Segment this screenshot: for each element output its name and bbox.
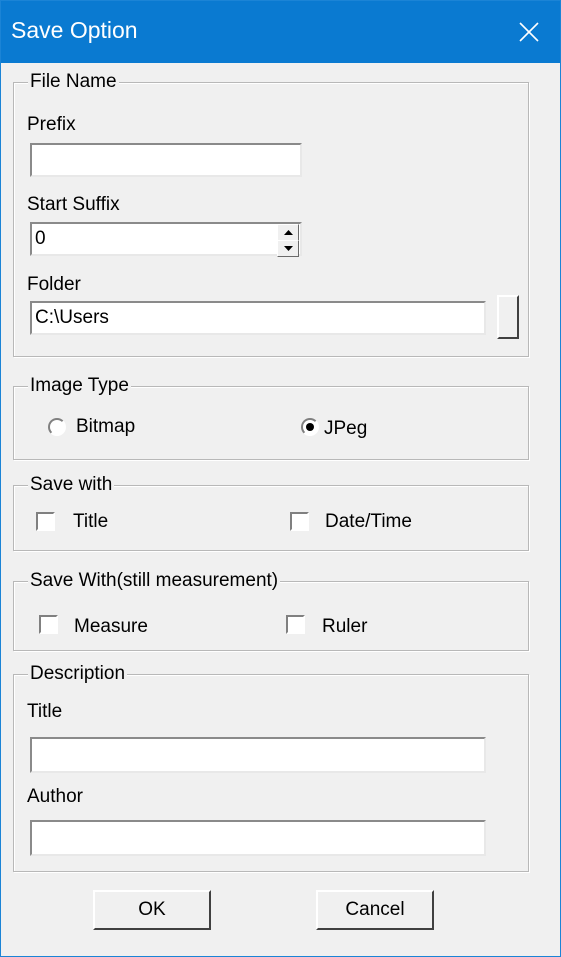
folder-label: Folder — [27, 274, 81, 295]
image-type-group-label: Image Type — [28, 374, 131, 398]
measure-checkbox[interactable] — [39, 615, 58, 634]
jpeg-radio[interactable] — [301, 418, 319, 436]
save-option-dialog: Save Option File Name Prefix Start Suffi… — [0, 0, 561, 957]
ok-button[interactable]: OK — [93, 890, 211, 930]
title-bar: Save Option — [1, 1, 560, 63]
measure-checkbox-label: Measure — [74, 616, 148, 637]
file-name-group: File Name Prefix Start Suffix 0 Folder C… — [13, 70, 529, 357]
description-title-input[interactable] — [30, 737, 486, 773]
ruler-checkbox[interactable] — [286, 615, 305, 634]
start-suffix-spinner — [277, 224, 299, 257]
close-button[interactable] — [498, 1, 560, 63]
bitmap-label: Bitmap — [76, 416, 136, 437]
description-title-label: Title — [27, 701, 63, 722]
author-input[interactable] — [30, 820, 486, 856]
jpeg-label: JPeg — [324, 418, 368, 439]
ruler-checkbox-label: Ruler — [322, 616, 368, 637]
cancel-button[interactable]: Cancel — [316, 890, 434, 930]
radio-selected-dot — [306, 423, 314, 431]
start-suffix-label: Start Suffix — [27, 194, 120, 215]
description-group-label: Description — [28, 662, 128, 686]
author-label: Author — [27, 786, 83, 807]
prefix-label: Prefix — [27, 114, 76, 135]
date-time-checkbox-label: Date/Time — [325, 511, 412, 532]
prefix-input[interactable] — [30, 143, 302, 177]
window-title: Save Option — [11, 17, 138, 43]
start-suffix-input[interactable]: 0 — [30, 222, 302, 256]
save-with-measurement-group: Save With(still measurement) Measure Rul… — [13, 569, 529, 651]
title-checkbox-label: Title — [73, 511, 109, 532]
spin-down-button[interactable] — [277, 240, 299, 257]
save-with-group-label: Save with — [28, 473, 115, 497]
save-with-measurement-group-label: Save With(still measurement) — [28, 569, 281, 593]
bitmap-radio[interactable] — [48, 418, 66, 436]
folder-input[interactable]: C:\Users — [30, 301, 486, 335]
date-time-checkbox[interactable] — [290, 512, 309, 531]
up-arrow-icon — [283, 230, 293, 235]
description-group: Description Title Author — [13, 662, 529, 872]
title-checkbox[interactable] — [36, 512, 55, 531]
spin-up-button[interactable] — [277, 224, 299, 241]
save-with-group: Save with Title Date/Time — [13, 473, 529, 551]
close-icon — [519, 22, 539, 42]
image-type-group: Image Type Bitmap JPeg — [13, 374, 529, 460]
browse-folder-button[interactable] — [497, 295, 519, 339]
file-name-group-label: File Name — [28, 70, 119, 94]
down-arrow-icon — [283, 246, 293, 251]
